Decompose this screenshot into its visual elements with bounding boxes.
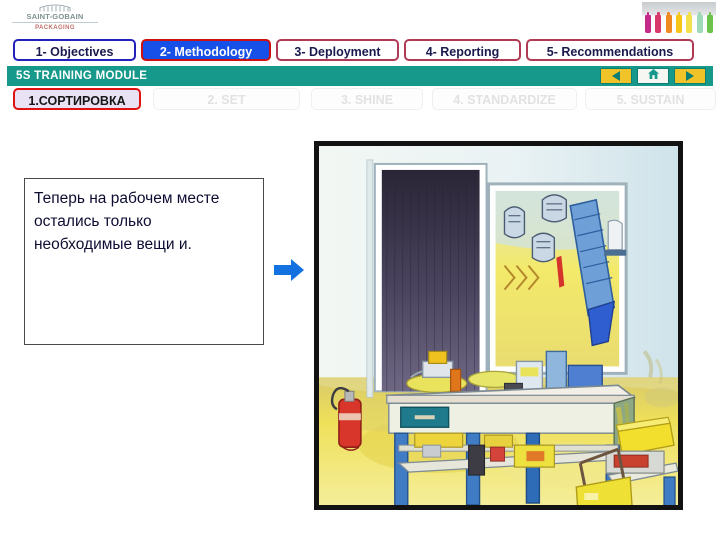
home-button[interactable] <box>637 68 669 84</box>
logo-division-label: PACKAGING <box>35 25 75 31</box>
main-tab-4[interactable]: 4- Reporting <box>404 39 521 61</box>
sub-tab-bar: 1.СОРТИРОВКА 2. SET 3. SHINE 4. STANDARDIZE… <box>7 88 716 112</box>
colored-bottles-icon <box>642 2 716 36</box>
module-nav-buttons <box>600 68 706 84</box>
sub-tab-1[interactable]: 1.СОРТИРОВКА <box>13 88 141 110</box>
left-arrow-icon <box>612 71 620 81</box>
sub-tab-2[interactable]: 2. SET <box>153 88 300 110</box>
bottle-4 <box>675 12 682 33</box>
main-tab-2[interactable]: 2- Methodology <box>141 39 271 61</box>
right-arrow-icon <box>686 71 694 81</box>
previous-button[interactable] <box>600 68 632 84</box>
bottle-2 <box>655 12 662 33</box>
sub-tab-3[interactable]: 3. SHINE <box>311 88 423 110</box>
saint-gobain-logo: SAINT-GOBAIN PACKAGING <box>12 3 98 33</box>
bottle-1 <box>645 12 651 33</box>
logo-wordmark: SAINT-GOBAIN <box>12 12 98 23</box>
module-bar: 5S TRAINING MODULE <box>7 66 713 86</box>
bottles-row <box>645 12 713 33</box>
main-tab-1[interactable]: 1- Objectives <box>13 39 136 61</box>
workshop-illustration <box>319 146 678 505</box>
bottle-3 <box>665 12 672 33</box>
sub-tab-5[interactable]: 5. SUSTAIN <box>585 88 716 110</box>
main-tab-bar: 1- Objectives 2- Methodology 3- Deployment… <box>7 39 713 63</box>
main-tab-5[interactable]: 5- Recommendations <box>526 39 694 61</box>
module-title: 5S TRAINING MODULE <box>16 70 148 82</box>
bottle-7 <box>706 12 713 33</box>
bottle-6 <box>696 12 703 33</box>
caption-text: Теперь на рабочем месте остались только … <box>34 190 220 253</box>
next-button[interactable] <box>674 68 706 84</box>
bottle-5 <box>686 12 693 33</box>
right-arrow-icon <box>272 253 306 287</box>
sub-tab-4[interactable]: 4. STANDARDIZE <box>432 88 577 110</box>
arch-building-icon <box>12 3 98 12</box>
home-icon <box>647 67 660 85</box>
caption-box: Теперь на рабочем месте остались только … <box>24 178 264 345</box>
main-tab-3[interactable]: 3- Deployment <box>276 39 399 61</box>
workshop-illustration-frame <box>314 141 683 510</box>
